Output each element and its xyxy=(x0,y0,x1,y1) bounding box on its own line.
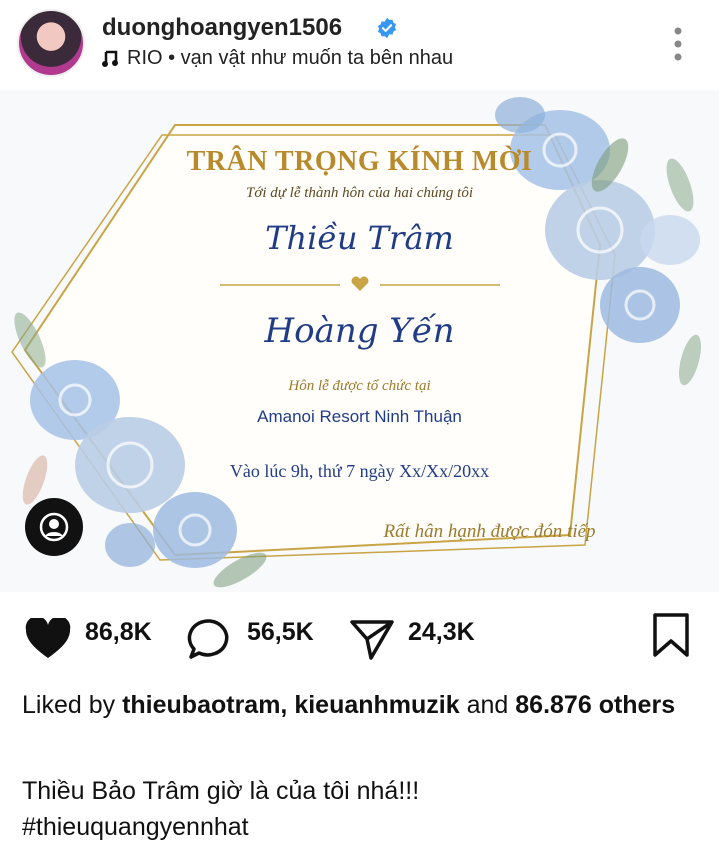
comment-count[interactable]: 56,5K xyxy=(247,618,314,647)
share-count[interactable]: 24,3K xyxy=(408,618,475,647)
more-options-icon[interactable] xyxy=(672,26,684,62)
invitation-name-2: Hoàng Yến xyxy=(264,311,455,351)
comment-icon[interactable] xyxy=(187,618,233,660)
invitation-venue: Amanoi Resort Ninh Thuận xyxy=(257,407,462,426)
liked-by-others[interactable]: others xyxy=(599,691,675,719)
music-row[interactable]: RIO • vạn vật như muốn ta bên nhau xyxy=(101,47,453,70)
share-icon[interactable] xyxy=(349,618,395,660)
liked-by-and: and xyxy=(466,691,509,719)
liked-by[interactable]: Liked by thieubaotram, kieuanhmuzik and … xyxy=(22,688,702,723)
action-bar: 86,8K 56,5K 24,3K xyxy=(0,598,719,678)
post-caption: Thiều Bảo Trâm giờ là của tôi nhá!!! #th… xyxy=(22,773,702,845)
profile-avatar[interactable] xyxy=(17,9,85,77)
invitation-subheading: Tới dự lễ thành hôn của hai chúng tôi xyxy=(245,185,473,201)
caption-hashtag[interactable]: #thieuquangyennhat xyxy=(22,809,702,845)
like-count[interactable]: 86,8K xyxy=(85,618,152,647)
like-heart-icon[interactable] xyxy=(24,618,72,660)
music-title: RIO • vạn vật như muốn ta bên nhau xyxy=(127,47,454,69)
invitation-name-1: Thiều Trâm xyxy=(265,219,454,257)
liked-by-count[interactable]: 86.876 xyxy=(515,691,591,719)
music-note-icon xyxy=(102,50,118,67)
user-tag-icon xyxy=(39,512,69,542)
invitation-closing: Rất hân hạnh được đón tiếp xyxy=(383,521,596,542)
liked-by-prefix: Liked by xyxy=(22,691,116,719)
invitation-venue-intro: Hôn lễ được tổ chức tại xyxy=(288,378,431,394)
username[interactable]: duonghoangyen1506 xyxy=(102,14,342,42)
post-header: duonghoangyen1506 RIO • vạn vật như muốn… xyxy=(0,0,719,90)
tagged-users-button[interactable] xyxy=(25,498,83,556)
post-image[interactable]: TRÂN TRỌNG KÍNH MỜI Tới dự lễ thành hôn … xyxy=(0,90,719,592)
invitation-time: Vào lúc 9h, thứ 7 ngày Xx/Xx/20xx xyxy=(229,461,490,481)
invitation-heading: TRÂN TRỌNG KÍNH MỜI xyxy=(186,146,533,177)
save-bookmark-icon[interactable] xyxy=(651,612,691,658)
verified-badge-icon xyxy=(377,17,397,39)
caption-text: Thiều Bảo Trâm giờ là của tôi nhá!!! xyxy=(22,777,420,805)
liked-by-users[interactable]: thieubaotram, kieuanhmuzik xyxy=(122,691,460,719)
